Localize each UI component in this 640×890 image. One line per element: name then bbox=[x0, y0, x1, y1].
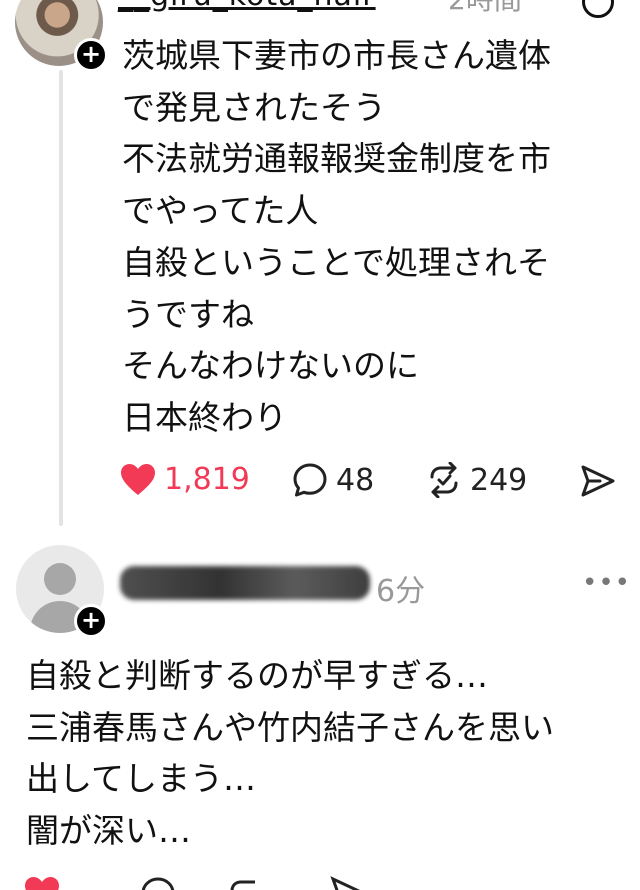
thread-line bbox=[59, 70, 63, 526]
share-icon bbox=[581, 465, 615, 497]
follow-plus-icon[interactable]: + bbox=[74, 38, 108, 72]
comment-icon bbox=[293, 463, 327, 497]
comment-count: 48 bbox=[336, 462, 375, 498]
post-text: 茨城県下妻市の市長さん遺体 で発見されたそう 不法就労通報報奨金制度を市 でやっ… bbox=[122, 36, 551, 437]
reply-time: 6分 bbox=[376, 574, 426, 609]
more-icon[interactable] bbox=[582, 0, 614, 18]
comment-icon[interactable] bbox=[140, 876, 176, 890]
repost-count: 249 bbox=[470, 462, 528, 498]
repost-icon[interactable] bbox=[226, 876, 262, 890]
heart-icon[interactable] bbox=[24, 876, 60, 890]
reply-actions bbox=[0, 870, 640, 890]
comment-button[interactable]: 48 bbox=[292, 462, 374, 498]
username-redacted bbox=[120, 566, 370, 600]
post-time: 2時間 bbox=[448, 0, 522, 18]
repost-icon bbox=[430, 462, 458, 498]
repost-button[interactable]: 249 bbox=[426, 462, 527, 498]
username[interactable]: __giru_kota_hair bbox=[118, 0, 376, 13]
heart-icon bbox=[121, 463, 155, 495]
more-icon[interactable]: ••• bbox=[582, 568, 631, 598]
like-button[interactable]: 1,819 bbox=[120, 462, 250, 497]
follow-plus-icon[interactable]: + bbox=[74, 604, 108, 638]
like-count: 1,819 bbox=[164, 462, 250, 497]
post-actions: 1,819 48 249 bbox=[0, 462, 640, 504]
share-icon[interactable] bbox=[330, 876, 366, 890]
share-button[interactable] bbox=[580, 464, 616, 498]
reply-text: 自殺と判断するのが早すぎる… 三浦春馬さんや竹内結子さんを思い 出してしまう… … bbox=[26, 656, 554, 851]
